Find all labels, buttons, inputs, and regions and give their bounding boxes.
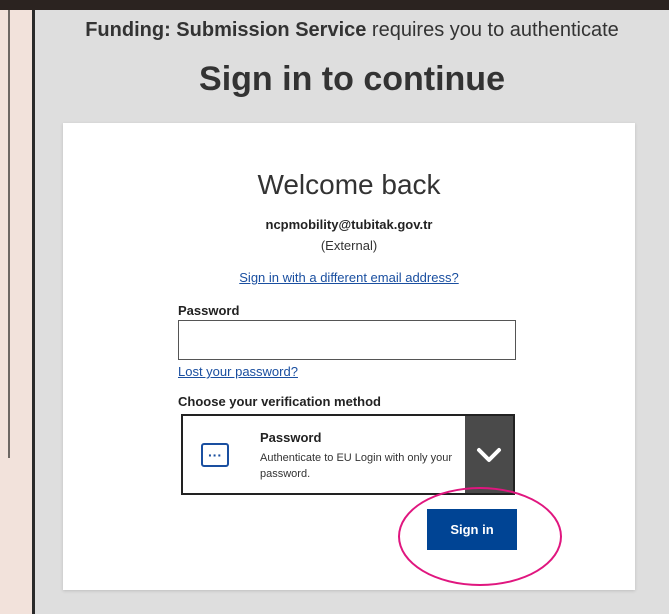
requires-auth-text: requires you to authenticate <box>366 19 619 41</box>
method-dropdown-toggle[interactable] <box>465 416 513 493</box>
sign-in-button[interactable]: Sign in <box>427 509 517 550</box>
left-divider-line <box>8 0 10 458</box>
top-border <box>0 0 669 10</box>
password-dots-icon: ··· <box>201 443 229 467</box>
service-name: Funding: Submission Service <box>85 19 367 41</box>
chevron-down-icon <box>477 447 501 462</box>
lost-password-link[interactable]: Lost your password? <box>178 364 298 379</box>
method-description: Authenticate to EU Login with only your … <box>260 452 453 480</box>
method-title: Password <box>260 430 322 445</box>
authentication-panel: Funding: Submission Service requires you… <box>32 10 669 614</box>
verification-method-select[interactable]: ··· Password Authenticate to EU Login wi… <box>181 414 515 495</box>
password-input[interactable] <box>178 320 516 360</box>
user-email: ncpmobility@tubitak.gov.tr <box>265 217 433 232</box>
account-type: (External) <box>320 238 378 253</box>
verification-method-label: Choose your verification method <box>178 394 381 409</box>
auth-header: Funding: Submission Service requires you… <box>35 19 669 42</box>
welcome-heading: Welcome back <box>257 169 441 200</box>
page-title: Sign in to continue <box>199 60 505 98</box>
left-background-strip <box>0 0 32 614</box>
login-card: Welcome back ncpmobility@tubitak.gov.tr … <box>63 123 635 590</box>
password-label: Password <box>178 303 240 318</box>
different-email-link[interactable]: Sign in with a different email address? <box>63 270 635 285</box>
